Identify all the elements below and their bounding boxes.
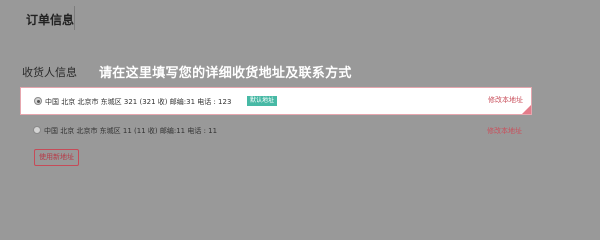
- page-title: 订单信息: [26, 13, 75, 27]
- receiver-section-label: 收货人信息: [22, 66, 77, 79]
- address-text: 中国 北京 北京市 东城区 11 (11 收) 邮编:11 电话 : 11: [44, 127, 218, 135]
- header-divider: [74, 6, 75, 30]
- address-item-selected[interactable]: 中国 北京 北京市 东城区 321 (321 收) 邮编:31 电话 : 123…: [20, 87, 532, 115]
- address-radio-selected[interactable]: [34, 97, 42, 105]
- address-text: 中国 北京 北京市 东城区 321 (321 收) 邮编:31 电话 : 123: [45, 98, 232, 106]
- edit-address-link[interactable]: 修改本地址: [488, 95, 523, 105]
- default-address-badge: 默认地址: [247, 96, 278, 106]
- page-header: 订单信息: [0, 0, 600, 36]
- address-hint-text: 请在这里填写您的详细收货地址及联系方式: [99, 66, 352, 81]
- selected-corner-marker: [522, 105, 531, 114]
- address-radio[interactable]: [33, 126, 41, 134]
- use-new-address-button[interactable]: 使用新地址: [34, 149, 79, 166]
- edit-address-link[interactable]: 修改本地址: [487, 126, 522, 136]
- address-item[interactable]: 中国 北京 北京市 东城区 11 (11 收) 邮编:11 电话 : 11 修改…: [20, 122, 532, 138]
